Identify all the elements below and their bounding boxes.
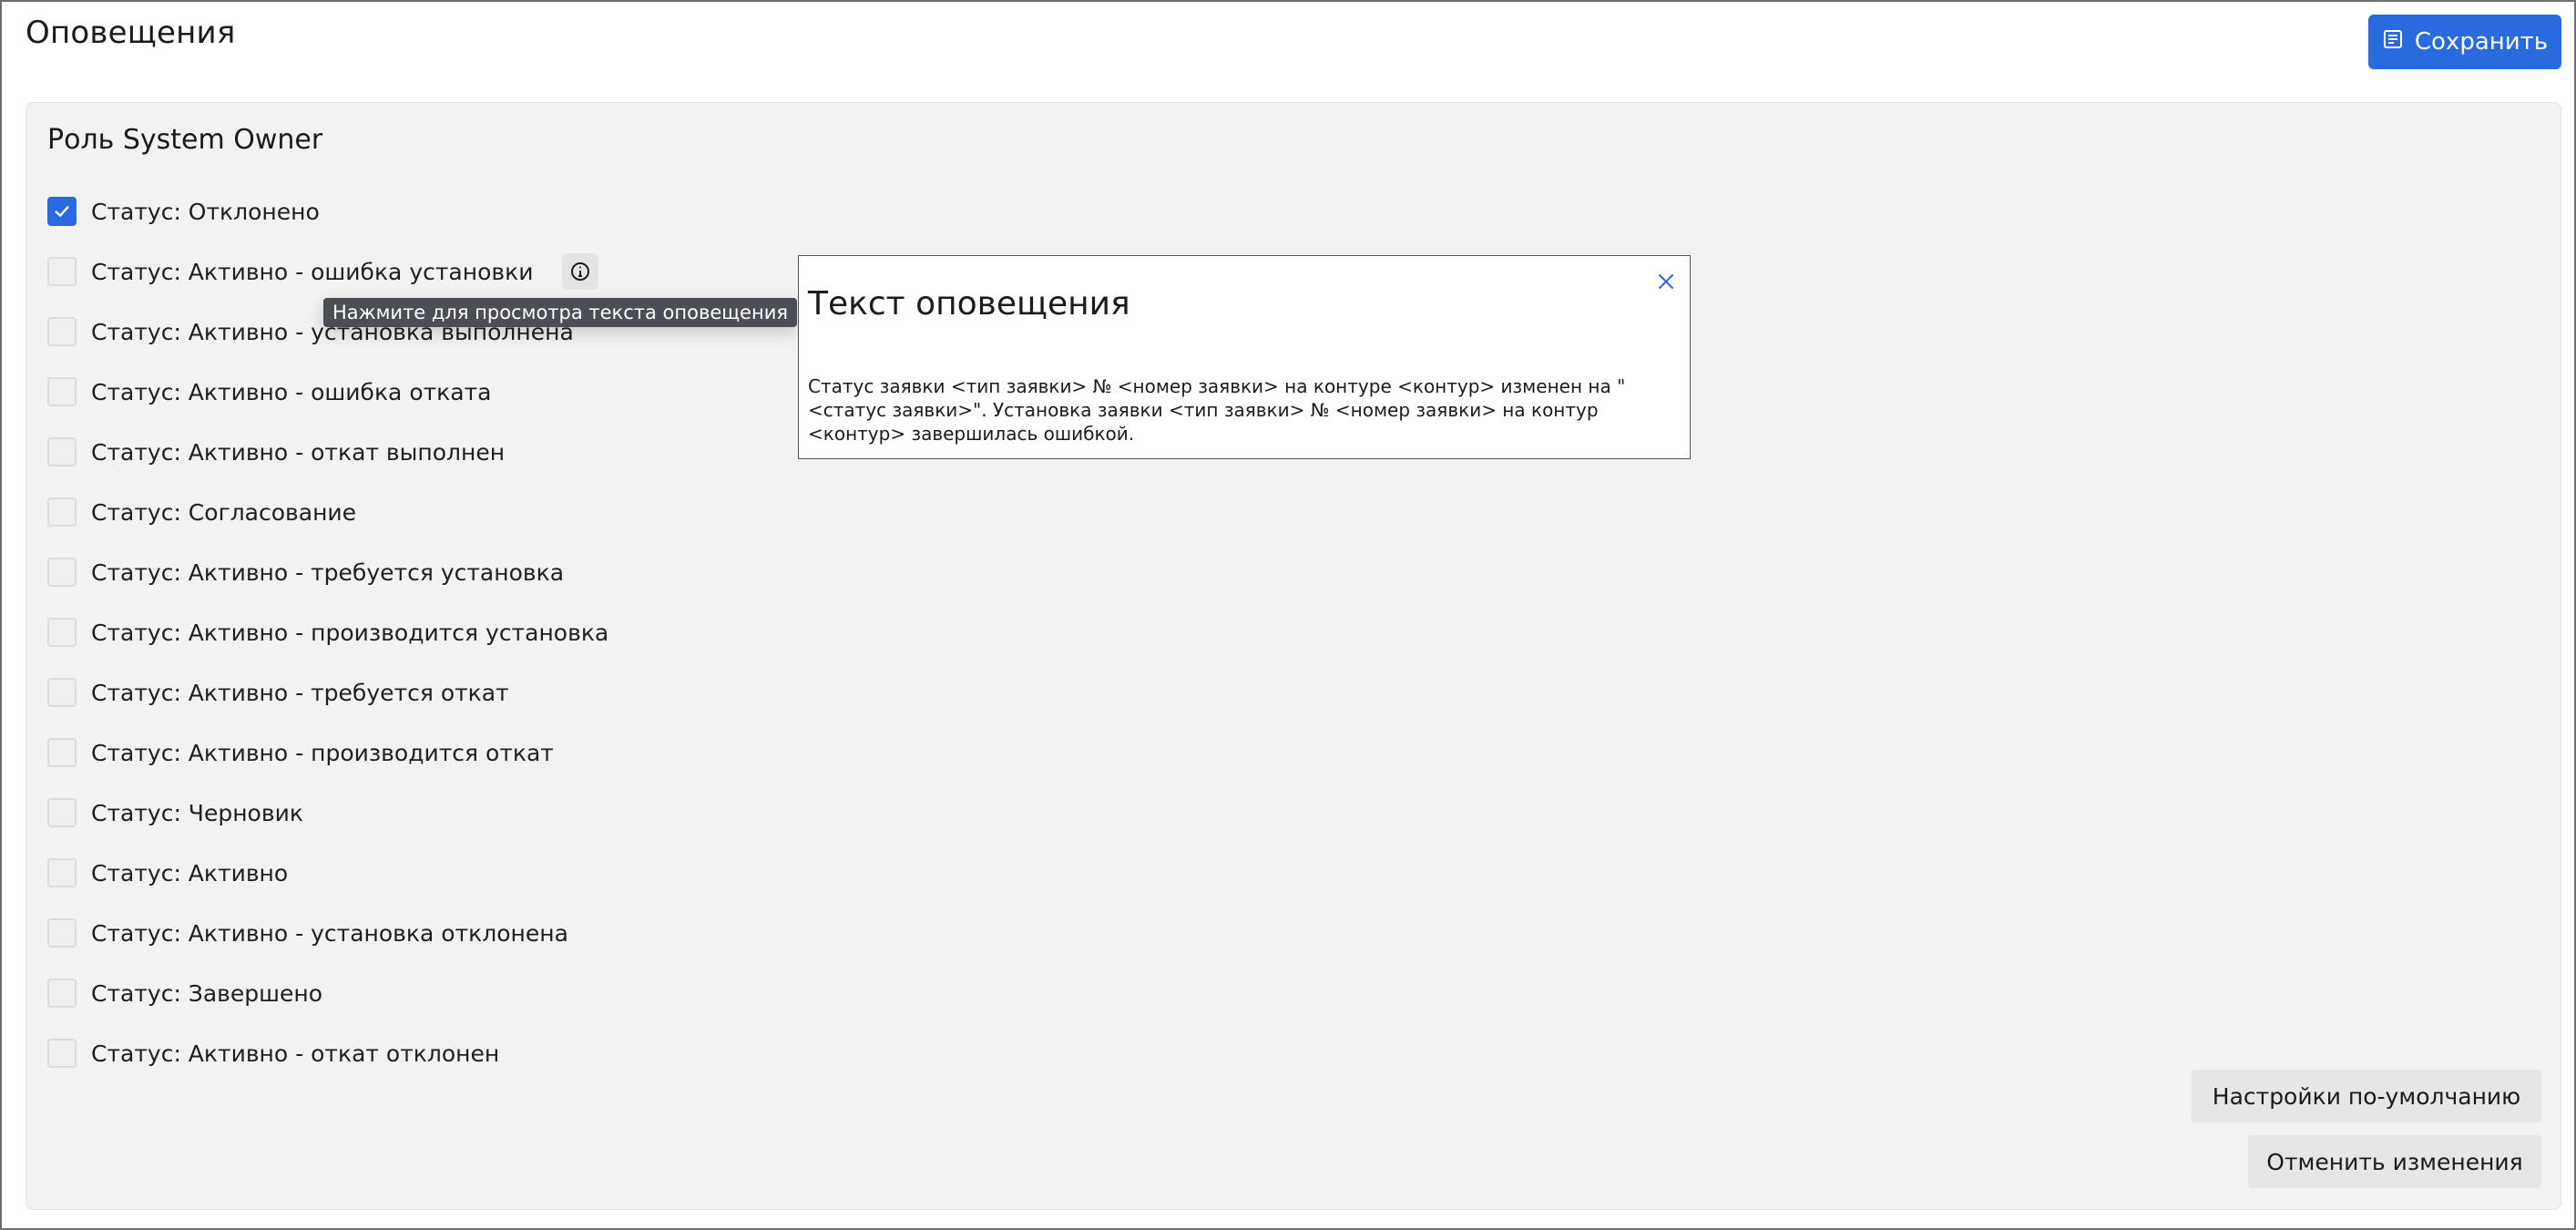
- save-button-label: Сохранить: [2414, 28, 2549, 56]
- status-label: Статус: Активно - откат отклонен: [91, 1040, 500, 1067]
- status-checkbox[interactable]: [47, 618, 77, 647]
- status-label: Статус: Отклонено: [91, 198, 320, 225]
- save-button[interactable]: Сохранить: [2368, 15, 2561, 69]
- popup-text: Статус заявки <тип заявки> № <номер заяв…: [808, 375, 1626, 445]
- status-label: Статус: Завершено: [91, 979, 323, 1007]
- status-item-install-required[interactable]: Статус: Активно - требуется установка: [47, 542, 608, 602]
- status-checkbox[interactable]: [47, 678, 77, 707]
- status-item-rollback-error[interactable]: Статус: Активно - ошибка отката: [47, 362, 608, 422]
- status-label: Статус: Согласование: [91, 498, 357, 526]
- reset-defaults-button[interactable]: Настройки по-умолчанию: [2192, 1070, 2541, 1122]
- status-item-rollback-done[interactable]: Статус: Активно - откат выполнен: [47, 422, 608, 482]
- status-checkbox[interactable]: [47, 918, 77, 948]
- status-checkbox[interactable]: [47, 197, 77, 226]
- popup-close-button[interactable]: [1651, 267, 1681, 296]
- status-checkbox[interactable]: [47, 317, 77, 346]
- status-label: Статус: Активно - откат выполнен: [91, 438, 506, 466]
- status-checkbox[interactable]: [47, 858, 77, 887]
- status-checkbox[interactable]: [47, 798, 77, 827]
- notification-text-popup: Текст оповещения Статус заявки <тип заяв…: [798, 255, 1691, 459]
- save-icon: [2382, 28, 2404, 56]
- status-label: Статус: Активно: [91, 859, 289, 887]
- status-label: Статус: Активно - производится откат: [91, 739, 554, 766]
- status-item-active[interactable]: Статус: Активно: [47, 843, 608, 903]
- status-item-draft[interactable]: Статус: Черновик: [47, 783, 608, 843]
- status-label: Статус: Активно - производится установка: [91, 619, 609, 646]
- status-label: Статус: Активно - ошибка установки: [91, 258, 534, 285]
- status-item-rolling-back[interactable]: Статус: Активно - производится откат: [47, 723, 608, 783]
- status-item-rejected[interactable]: Статус: Отклонено: [47, 181, 608, 241]
- status-checkbox[interactable]: [47, 979, 77, 1008]
- info-tooltip: Нажмите для просмотра текста оповещения: [323, 298, 797, 327]
- status-checkbox[interactable]: [47, 558, 77, 587]
- checkmark-icon: [55, 206, 69, 217]
- status-checkbox[interactable]: [47, 497, 77, 527]
- status-label: Статус: Активно - требуется откат: [91, 679, 509, 706]
- status-label: Статус: Черновик: [91, 799, 303, 826]
- status-checkbox[interactable]: [47, 738, 77, 767]
- status-label: Статус: Активно - ошибка отката: [91, 378, 492, 405]
- status-checkbox[interactable]: [47, 437, 77, 466]
- status-checkbox[interactable]: [47, 257, 77, 286]
- status-item-install-error[interactable]: Статус: Активно - ошибка установки: [47, 241, 608, 302]
- status-item-completed[interactable]: Статус: Завершено: [47, 963, 608, 1023]
- status-item-rollback-rejected[interactable]: Статус: Активно - откат отклонен: [47, 1023, 608, 1083]
- close-icon: [1659, 274, 1673, 289]
- status-checkbox[interactable]: [47, 377, 77, 406]
- info-icon: [571, 262, 590, 281]
- status-checkbox[interactable]: [47, 1039, 77, 1068]
- status-item-installing[interactable]: Статус: Активно - производится установка: [47, 602, 608, 662]
- role-title: Роль System Owner: [47, 124, 323, 156]
- status-label: Статус: Активно - установка отклонена: [91, 919, 568, 947]
- status-label: Статус: Активно - требуется установка: [91, 559, 565, 586]
- cancel-changes-button[interactable]: Отменить изменения: [2248, 1135, 2541, 1188]
- status-item-install-rejected[interactable]: Статус: Активно - установка отклонена: [47, 903, 608, 963]
- status-item-rollback-required[interactable]: Статус: Активно - требуется откат: [47, 662, 608, 723]
- popup-title: Текст оповещения: [808, 285, 1130, 323]
- status-item-approval[interactable]: Статус: Согласование: [47, 482, 608, 542]
- info-button[interactable]: [562, 253, 599, 290]
- page-title: Оповещения: [26, 15, 236, 51]
